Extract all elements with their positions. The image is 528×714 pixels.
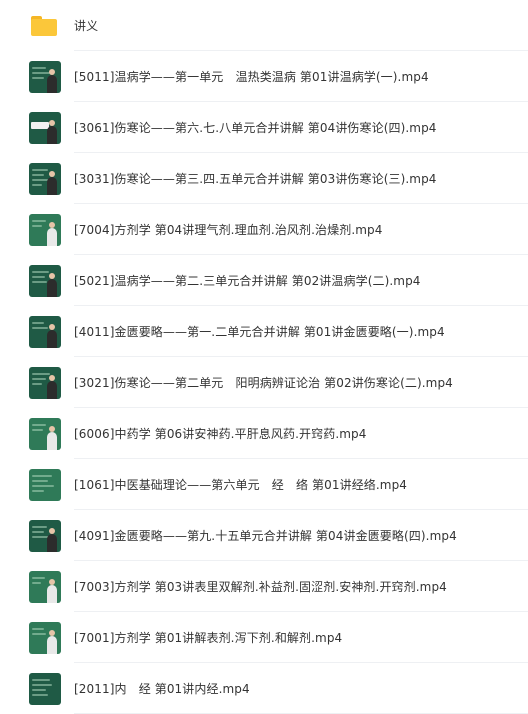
file-name: [7004]方剂学 第04讲理气剂.理血剂.治风剂.治燥剂.mp4 bbox=[74, 223, 383, 237]
video-thumbnail-icon bbox=[29, 519, 61, 552]
file-name: [3031]伤寒论——第三.四.五单元合并讲解 第03讲伤寒论(三).mp4 bbox=[74, 172, 437, 186]
list-item[interactable]: [5011]温病学——第一单元 温热类温病 第01讲温病学(一).mp4 bbox=[0, 51, 528, 102]
list-item[interactable]: [1061]中医基础理论——第六单元 经 络 第01讲经络.mp4 bbox=[0, 459, 528, 510]
video-thumbnail-icon bbox=[29, 672, 61, 705]
file-name: [7001]方剂学 第01讲解表剂.泻下剂.和解剂.mp4 bbox=[74, 631, 343, 645]
video-thumbnail-icon bbox=[29, 570, 61, 603]
list-item[interactable]: [2011]内 经 第01讲内经.mp4 bbox=[0, 663, 528, 714]
file-name: [3061]伤寒论——第六.七.八单元合并讲解 第04讲伤寒论(四).mp4 bbox=[74, 121, 437, 135]
file-name: [7003]方剂学 第03讲表里双解剂.补益剂.固涩剂.安神剂.开窍剂.mp4 bbox=[74, 580, 447, 594]
file-list: 讲义 [5011]温病学——第一单元 温热类温病 第01讲温病学(一).mp4 … bbox=[0, 0, 528, 714]
file-name: [3021]伤寒论——第二单元 阳明病辨证论治 第02讲伤寒论(二).mp4 bbox=[74, 376, 453, 390]
list-item[interactable]: [6006]中药学 第06讲安神药.平肝息风药.开窍药.mp4 bbox=[0, 408, 528, 459]
video-thumbnail-icon bbox=[29, 162, 61, 195]
file-name: [4091]金匮要略——第九.十五单元合并讲解 第04讲金匮要略(四).mp4 bbox=[74, 529, 457, 543]
video-thumbnail-icon bbox=[29, 366, 61, 399]
file-name: [4011]金匮要略——第一.二单元合并讲解 第01讲金匮要略(一).mp4 bbox=[74, 325, 445, 339]
file-name: 讲义 bbox=[74, 19, 99, 33]
file-name: [5021]温病学——第二.三单元合并讲解 第02讲温病学(二).mp4 bbox=[74, 274, 421, 288]
list-item[interactable]: [3031]伤寒论——第三.四.五单元合并讲解 第03讲伤寒论(三).mp4 bbox=[0, 153, 528, 204]
list-item[interactable]: [7001]方剂学 第01讲解表剂.泻下剂.和解剂.mp4 bbox=[0, 612, 528, 663]
video-thumbnail-icon bbox=[29, 468, 61, 501]
video-thumbnail-icon bbox=[29, 60, 61, 93]
video-thumbnail-icon bbox=[29, 315, 61, 348]
video-thumbnail-icon bbox=[29, 111, 61, 144]
file-name: [5011]温病学——第一单元 温热类温病 第01讲温病学(一).mp4 bbox=[74, 70, 429, 84]
video-thumbnail-icon bbox=[29, 213, 61, 246]
list-item-folder[interactable]: 讲义 bbox=[0, 0, 528, 51]
video-thumbnail-icon bbox=[29, 264, 61, 297]
video-thumbnail-icon bbox=[29, 621, 61, 654]
list-item[interactable]: [5021]温病学——第二.三单元合并讲解 第02讲温病学(二).mp4 bbox=[0, 255, 528, 306]
list-item[interactable]: [7003]方剂学 第03讲表里双解剂.补益剂.固涩剂.安神剂.开窍剂.mp4 bbox=[0, 561, 528, 612]
folder-icon bbox=[31, 15, 57, 36]
file-name: [2011]内 经 第01讲内经.mp4 bbox=[74, 682, 250, 696]
list-item[interactable]: [4011]金匮要略——第一.二单元合并讲解 第01讲金匮要略(一).mp4 bbox=[0, 306, 528, 357]
video-thumbnail-icon bbox=[29, 417, 61, 450]
file-name: [1061]中医基础理论——第六单元 经 络 第01讲经络.mp4 bbox=[74, 478, 408, 492]
list-item[interactable]: [3061]伤寒论——第六.七.八单元合并讲解 第04讲伤寒论(四).mp4 bbox=[0, 102, 528, 153]
file-name: [6006]中药学 第06讲安神药.平肝息风药.开窍药.mp4 bbox=[74, 427, 367, 441]
list-item[interactable]: [4091]金匮要略——第九.十五单元合并讲解 第04讲金匮要略(四).mp4 bbox=[0, 510, 528, 561]
list-item[interactable]: [7004]方剂学 第04讲理气剂.理血剂.治风剂.治燥剂.mp4 bbox=[0, 204, 528, 255]
list-item[interactable]: [3021]伤寒论——第二单元 阳明病辨证论治 第02讲伤寒论(二).mp4 bbox=[0, 357, 528, 408]
